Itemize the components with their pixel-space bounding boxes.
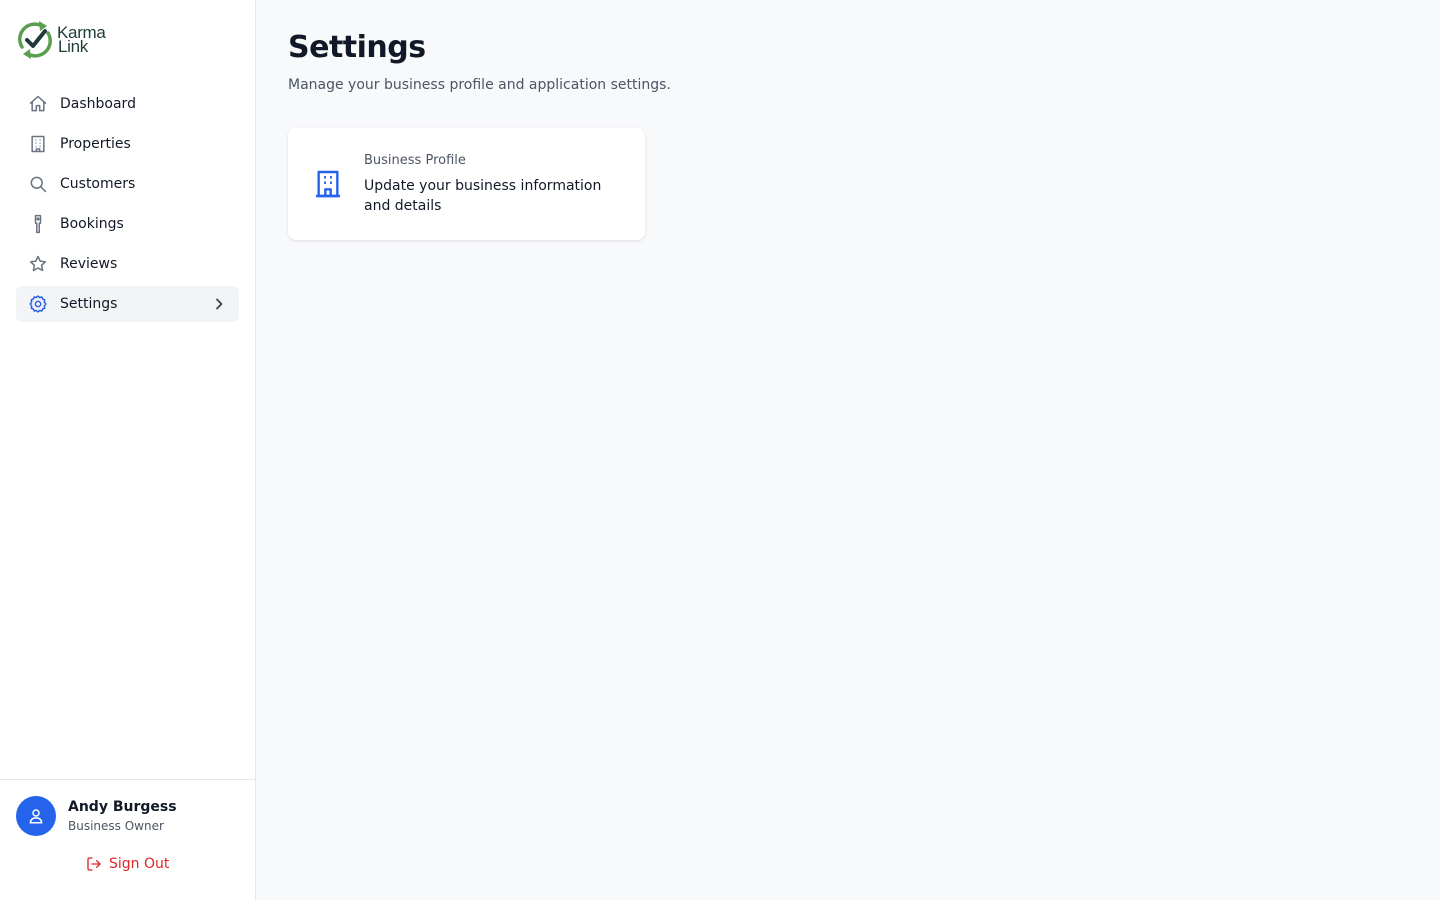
sidebar-item-label: Bookings (60, 216, 124, 232)
business-profile-card[interactable]: Business Profile Update your business in… (288, 128, 645, 240)
sidebar-item-dashboard[interactable]: Dashboard (16, 86, 239, 122)
sidebar-nav: Dashboard Properties Customers Bookings … (16, 86, 239, 326)
page-title: Settings (288, 30, 426, 65)
star-icon (28, 254, 48, 274)
sidebar: Karma Link Dashboard Properties Customer… (0, 0, 256, 900)
sidebar-item-label: Properties (60, 136, 131, 152)
sign-out-label: Sign Out (109, 856, 170, 872)
home-icon (28, 94, 48, 114)
karma-link-logo-icon (18, 21, 52, 59)
sidebar-item-label: Reviews (60, 256, 118, 272)
card-title: Business Profile (364, 153, 466, 168)
chevron-right-icon (211, 296, 227, 312)
card-description: Update your business information and det… (364, 178, 602, 214)
building-icon (28, 134, 48, 154)
sign-out-icon (87, 857, 101, 871)
user-role: Business Owner (68, 819, 164, 833)
user-name: Andy Burgess (68, 799, 177, 815)
karma-link-logo[interactable]: Karma Link (16, 16, 116, 64)
user-icon (29, 809, 43, 824)
sidebar-item-reviews[interactable]: Reviews (16, 246, 239, 282)
sidebar-item-customers[interactable]: Customers (16, 166, 239, 202)
sign-out-button[interactable]: Sign Out (86, 856, 169, 872)
sidebar-item-label: Customers (60, 176, 136, 192)
gear-icon (28, 294, 48, 314)
page-subtitle: Manage your business profile and applica… (288, 77, 671, 93)
sidebar-item-label: Settings (60, 296, 118, 312)
search-icon (28, 174, 48, 194)
booking-tag-icon (28, 214, 48, 234)
avatar[interactable] (16, 796, 56, 836)
user-profile: Andy Burgess Business Owner Sign Out (0, 779, 255, 900)
sidebar-item-settings[interactable]: Settings (16, 286, 239, 322)
brand-line-2: Link (58, 37, 88, 56)
office-building-icon (312, 168, 344, 200)
sidebar-item-label: Dashboard (60, 96, 136, 112)
brand-name: Karma Link (57, 24, 106, 56)
main-content: Settings Manage your business profile an… (256, 0, 1440, 900)
sidebar-item-properties[interactable]: Properties (16, 126, 239, 162)
sidebar-item-bookings[interactable]: Bookings (16, 206, 239, 242)
